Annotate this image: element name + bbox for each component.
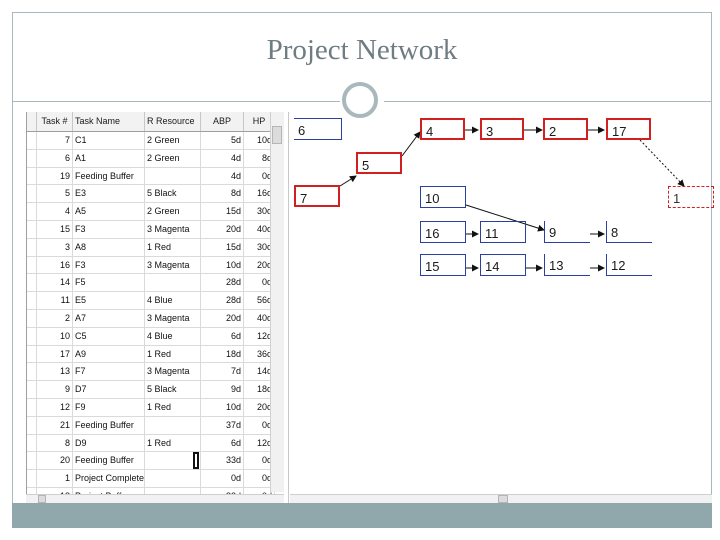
- network-node-6[interactable]: 6: [294, 118, 342, 140]
- network-node-16[interactable]: 16: [420, 221, 466, 243]
- network-node-7[interactable]: 7: [294, 185, 340, 207]
- network-node-label: 15: [425, 259, 440, 274]
- network-node-label: 12: [611, 258, 626, 273]
- edge-17-1: [639, 139, 685, 187]
- network-node-1[interactable]: 1: [668, 186, 714, 208]
- network-node-4[interactable]: 4: [420, 118, 465, 140]
- network-node-2[interactable]: 2: [543, 118, 588, 140]
- network-node-5[interactable]: 5: [356, 152, 402, 174]
- network-node-label: 16: [425, 226, 440, 241]
- network-node-15[interactable]: 15: [420, 254, 466, 276]
- network-node-label: 9: [549, 225, 557, 240]
- network-node-label: 7: [300, 191, 308, 206]
- network-node-label: 4: [426, 124, 434, 139]
- network-node-14[interactable]: 14: [480, 254, 526, 276]
- network-node-label: 14: [485, 259, 500, 274]
- slide-footer-bar: [12, 503, 712, 528]
- network-node-label: 13: [549, 258, 564, 273]
- network-node-label: 3: [486, 124, 494, 139]
- network-node-8[interactable]: 8: [606, 221, 652, 243]
- network-node-label: 5: [362, 158, 370, 173]
- network-node-label: 8: [611, 225, 619, 240]
- network-node-9[interactable]: 9: [544, 221, 590, 243]
- network-node-label: 11: [485, 226, 499, 241]
- network-node-11[interactable]: 11: [480, 221, 526, 243]
- network-node-10[interactable]: 10: [420, 186, 466, 208]
- edge-7-5: [339, 175, 357, 187]
- network-node-13[interactable]: 13: [544, 254, 590, 276]
- network-node-17[interactable]: 17: [606, 118, 651, 140]
- network-node-label: 10: [425, 191, 440, 206]
- edge-5-4: [401, 131, 421, 157]
- network-node-3[interactable]: 3: [480, 118, 524, 140]
- network-node-label: 17: [612, 124, 627, 139]
- network-node-label: 1: [673, 191, 681, 206]
- network-node-label: 2: [549, 124, 557, 139]
- network-node-12[interactable]: 12: [606, 254, 652, 276]
- network-horizontal-scroll-thumb[interactable]: [498, 495, 508, 503]
- network-node-label: 6: [298, 123, 306, 138]
